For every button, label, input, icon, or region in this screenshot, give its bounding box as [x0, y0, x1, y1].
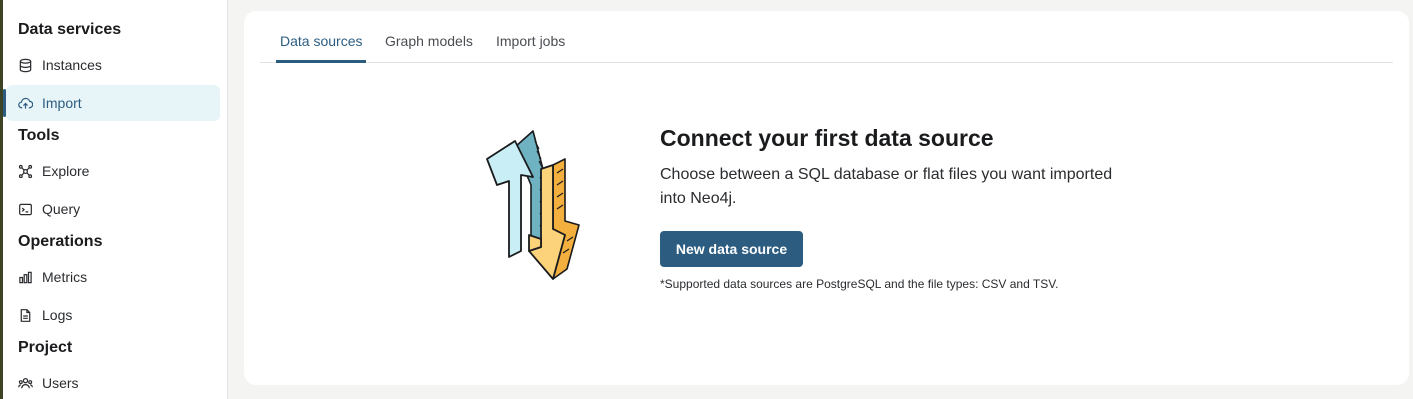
sidebar-item-import[interactable]: Import [3, 85, 220, 121]
section-title-data-services: Data services [18, 21, 122, 38]
graph-icon [18, 164, 33, 178]
sidebar-item-metrics[interactable]: Metrics [6, 259, 220, 295]
data-transfer-illustration [486, 130, 580, 280]
section-title-tools: Tools [18, 127, 60, 144]
sidebar-item-label: Explore [42, 163, 90, 179]
sidebar-item-logs[interactable]: Logs [6, 297, 220, 333]
sidebar-item-query[interactable]: Query [6, 191, 220, 227]
supported-sources-note: *Supported data sources are PostgreSQL a… [660, 277, 1059, 291]
empty-state-title: Connect your first data source [660, 125, 994, 151]
sidebar: Data services Instances Import Tools Exp… [0, 0, 228, 399]
sidebar-item-label: Instances [42, 57, 102, 73]
main-card: Data sources Graph models Import jobs Co… [244, 11, 1409, 385]
bar-chart-icon [19, 271, 32, 283]
database-icon [19, 58, 32, 72]
sidebar-item-label: Import [42, 95, 82, 111]
new-data-source-button[interactable]: New data source [660, 231, 803, 267]
sidebar-item-instances[interactable]: Instances [6, 47, 220, 83]
cloud-upload-icon [18, 97, 33, 109]
users-icon [18, 377, 33, 388]
sidebar-item-label: Logs [42, 307, 73, 323]
section-title-project: Project [18, 339, 73, 356]
section-title-operations: Operations [18, 233, 103, 250]
tab-bar: Data sources Graph models Import jobs [260, 11, 1393, 63]
terminal-icon [19, 203, 32, 215]
sidebar-item-label: Users [42, 375, 79, 391]
sidebar-item-label: Query [42, 201, 81, 217]
sidebar-item-label: Metrics [42, 269, 88, 285]
tab-import-jobs[interactable]: Import jobs [496, 33, 565, 63]
sidebar-edge [0, 0, 3, 399]
document-icon [20, 308, 31, 322]
tab-data-sources[interactable]: Data sources [276, 33, 367, 63]
empty-state-description: Choose between a SQL database or flat fi… [660, 166, 1113, 207]
tab-graph-models[interactable]: Graph models [385, 33, 473, 63]
sidebar-item-users[interactable]: Users [6, 365, 220, 399]
sidebar-item-explore[interactable]: Explore [6, 153, 220, 189]
